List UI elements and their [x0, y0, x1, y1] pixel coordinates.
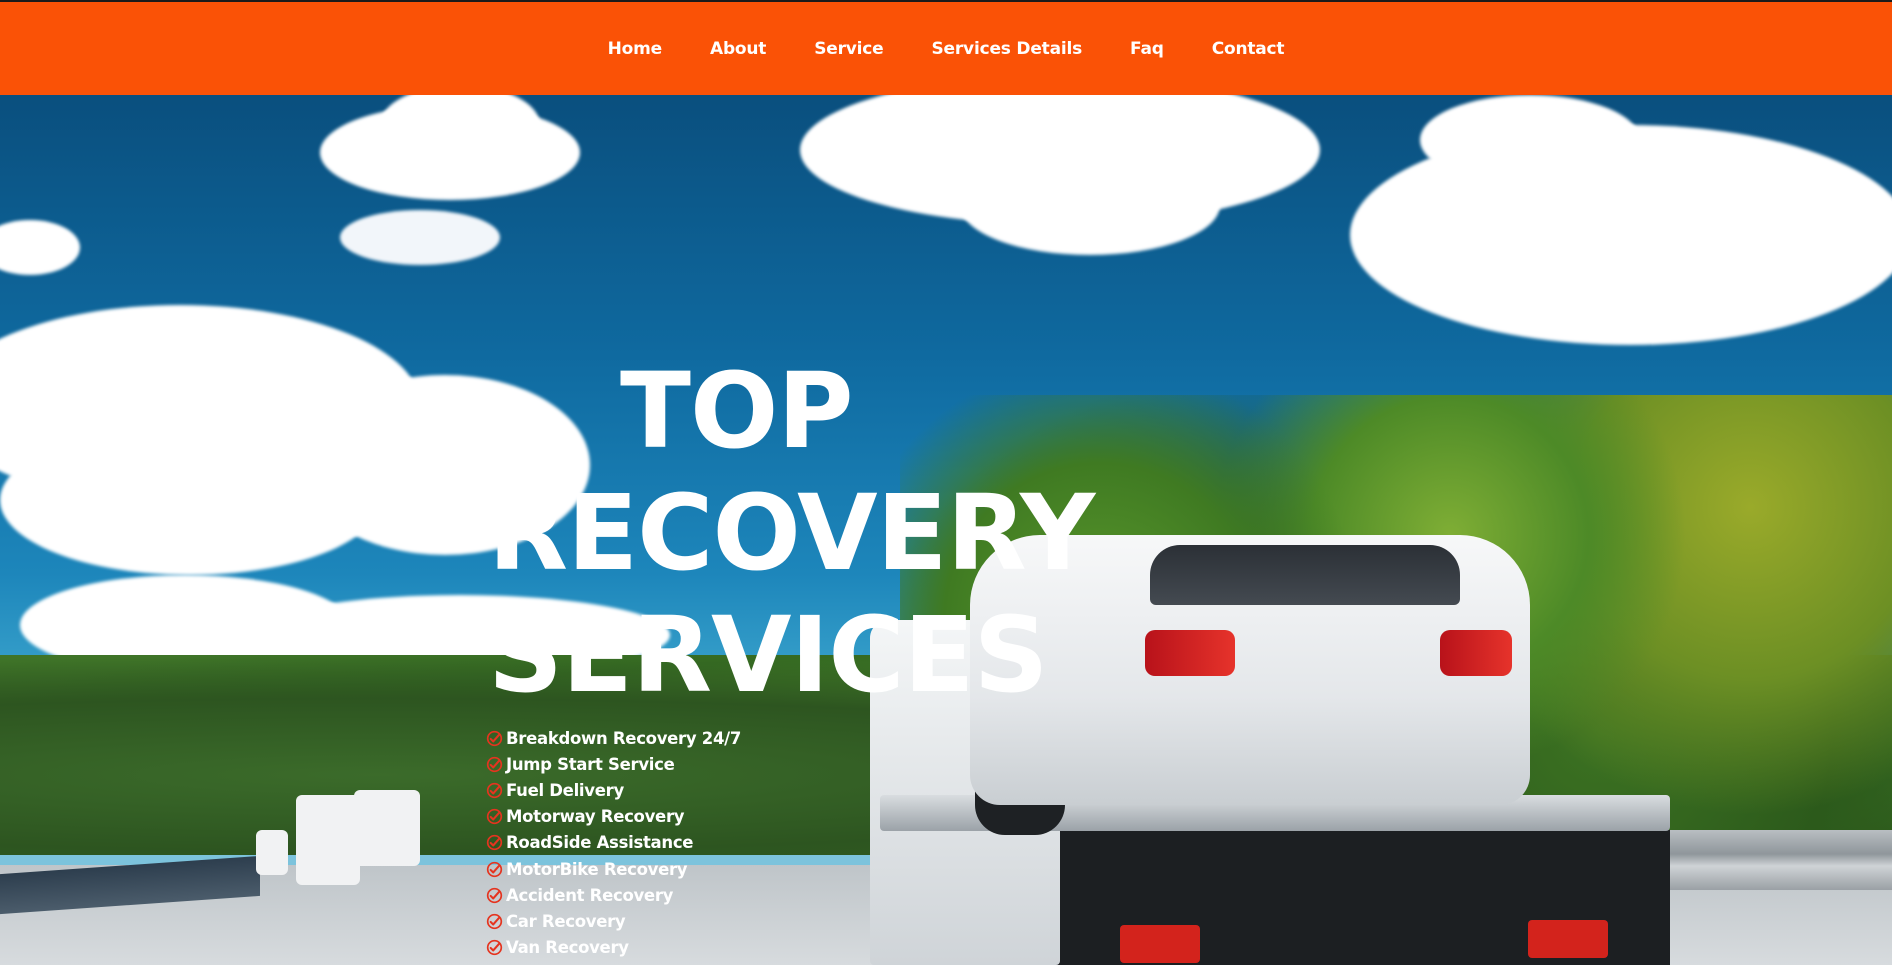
check-circle-icon: [486, 782, 503, 799]
hero-title: TOP RECOVERY SERVICES: [488, 350, 1095, 716]
hero-title-line: SERVICES: [488, 594, 1048, 716]
check-circle-icon: [486, 939, 503, 956]
check-circle-icon: [486, 730, 503, 746]
service-item: Jump Start Service: [486, 751, 741, 777]
top-navbar: Home About Service Services Details Faq …: [0, 0, 1892, 95]
nav-link-service[interactable]: Service: [814, 39, 883, 59]
service-item: Van Recovery: [486, 935, 741, 961]
service-label: Van Recovery: [506, 938, 629, 958]
service-item: Motorway Recovery: [486, 804, 741, 830]
hero-title-line: RECOVERY: [488, 472, 1095, 594]
main-nav: Home About Service Services Details Faq …: [0, 2, 1892, 95]
services-list: Breakdown Recovery 24/7 Jump Start Servi…: [486, 725, 741, 961]
check-circle-icon: [486, 756, 503, 772]
check-circle-icon: [486, 835, 503, 851]
hero-title-line: TOP: [620, 350, 854, 472]
check-circle-icon: [486, 861, 503, 877]
service-label: Accident Recovery: [506, 885, 674, 905]
nav-link-contact[interactable]: Contact: [1212, 39, 1285, 59]
check-circle-icon: [486, 809, 503, 825]
service-item: Car Recovery: [486, 908, 741, 934]
hero-section: TOP RECOVERY SERVICES Breakdown Recovery…: [0, 95, 1892, 965]
service-label: RoadSide Assistance: [506, 833, 694, 853]
service-label: Fuel Delivery: [506, 780, 624, 800]
service-item: MotorBike Recovery: [486, 856, 741, 882]
check-circle-icon: [486, 913, 503, 930]
service-label: MotorBike Recovery: [506, 859, 688, 879]
page: Home About Service Services Details Faq …: [0, 0, 1892, 965]
service-item: Accident Recovery: [486, 882, 741, 908]
nav-link-services-details[interactable]: Services Details: [932, 39, 1083, 59]
nav-link-about[interactable]: About: [710, 39, 766, 59]
service-item: RoadSide Assistance: [486, 830, 741, 856]
service-label: Car Recovery: [506, 911, 626, 931]
service-label: Breakdown Recovery 24/7: [506, 728, 742, 748]
service-label: Jump Start Service: [506, 754, 675, 774]
service-item: Fuel Delivery: [486, 777, 741, 803]
nav-link-home[interactable]: Home: [608, 39, 663, 59]
nav-link-faq[interactable]: Faq: [1130, 39, 1164, 59]
service-item: Breakdown Recovery 24/7: [486, 725, 741, 751]
check-circle-icon: [486, 887, 503, 903]
service-label: Motorway Recovery: [506, 807, 685, 827]
